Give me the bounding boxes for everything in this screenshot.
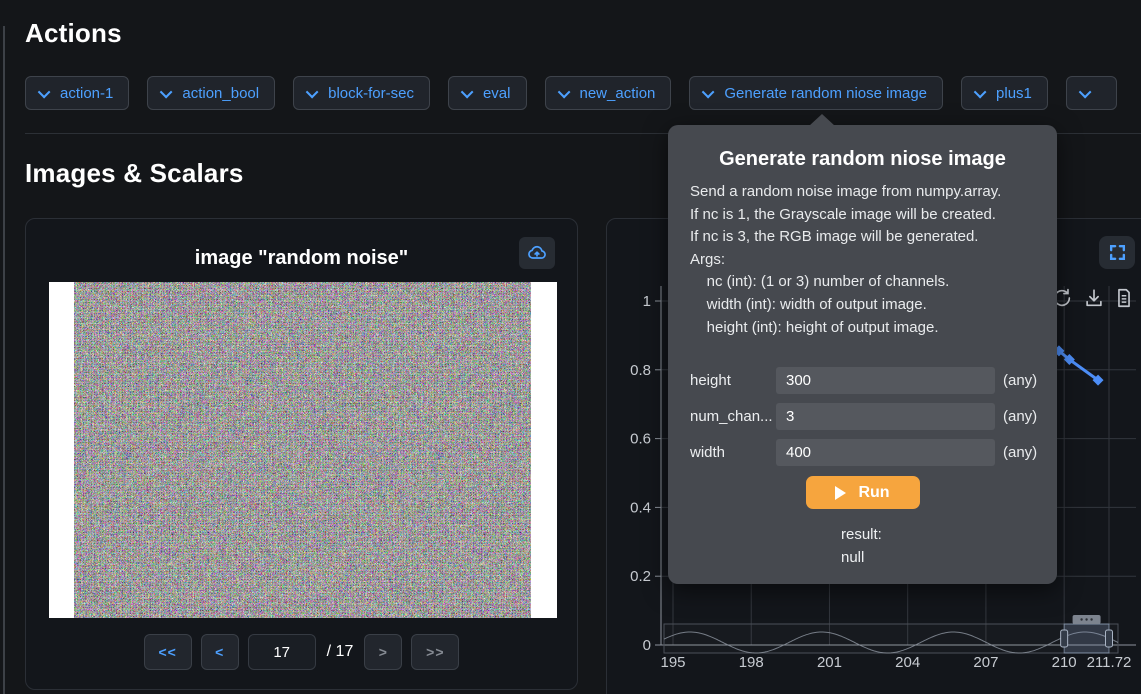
y-tick-label: 0.6 (630, 431, 651, 448)
random-noise-image-frame (49, 282, 557, 618)
y-tick-label: 0.4 (630, 499, 651, 516)
arg-row-width: width (any) (690, 439, 1035, 466)
download-icon[interactable] (1083, 287, 1105, 309)
first-page-button[interactable]: << (144, 634, 192, 670)
datazoom-handle[interactable] (1106, 630, 1113, 647)
arg-row-num-channels: num_chan... (any) (690, 403, 1035, 430)
actions-section-title: Actions (25, 18, 122, 49)
chevron-down-icon (557, 85, 570, 98)
chevron-down-icon (974, 85, 987, 98)
chevron-down-icon (702, 85, 715, 98)
last-page-button[interactable]: >> (411, 634, 459, 670)
datazoom-move-handle-dot (1090, 618, 1092, 620)
arg-input-width[interactable] (776, 439, 995, 466)
y-tick-label: 0.8 (630, 362, 651, 379)
play-icon (835, 486, 846, 500)
action-button-eval[interactable]: eval (448, 76, 527, 110)
image-panel-title: image "random noise" (26, 247, 577, 270)
action-button-label: plus1 (996, 85, 1032, 102)
action-button-action-bool[interactable]: action_bool (147, 76, 275, 110)
result-value: null (841, 546, 1057, 569)
chevron-down-icon (306, 85, 319, 98)
y-tick-label: 1 (643, 293, 651, 310)
cloud-upload-icon (527, 243, 547, 263)
run-button-label: Run (858, 484, 889, 502)
series-line (1059, 351, 1098, 380)
x-tick-label: 204 (895, 654, 920, 671)
arg-input-num-channels[interactable] (776, 403, 995, 430)
cloud-upload-button[interactable] (519, 237, 555, 269)
images-scalars-section-title: Images & Scalars (25, 158, 244, 189)
action-button-label: new_action (580, 85, 656, 102)
result-label: result: (841, 523, 1057, 546)
popover-description: Send a random noise image from numpy.arr… (690, 181, 1035, 339)
run-button[interactable]: Run (806, 476, 920, 509)
actions-button-row: action-1 action_bool block-for-sec eval … (25, 76, 1117, 110)
expand-corners-icon (1108, 243, 1127, 262)
action-button-new-action[interactable]: new_action (545, 76, 672, 110)
datazoom-move-handle-dot (1085, 618, 1087, 620)
image-pagination: << < / 17 > >> (26, 634, 577, 670)
action-button-cutoff[interactable] (1066, 76, 1117, 110)
page-total-label: / 17 (327, 643, 354, 661)
datazoom-window[interactable] (1064, 624, 1109, 653)
image-panel-card: image "random noise" << < / 17 > >> (25, 218, 578, 690)
action-popover: Generate random niose image Send a rando… (668, 125, 1057, 584)
x-tick-label: 201 (817, 654, 842, 671)
popover-arg-fields: height (any) num_chan... (any) width (an… (690, 367, 1035, 466)
datazoom-handle[interactable] (1061, 630, 1068, 647)
chevron-down-icon (1079, 85, 1092, 98)
prev-page-button[interactable]: < (201, 634, 239, 670)
document-icon[interactable] (1113, 287, 1135, 309)
random-noise-image (74, 282, 531, 618)
datazoom-navigator (664, 624, 1118, 653)
datazoom-move-handle-dot (1080, 618, 1082, 620)
y-tick-label: 0.2 (630, 568, 651, 585)
y-tick-label: 0 (643, 637, 651, 654)
action-button-plus1[interactable]: plus1 (961, 76, 1048, 110)
x-tick-label: 211.72 (1087, 654, 1132, 671)
arg-label: num_chan... (690, 408, 776, 425)
action-button-label: Generate random niose image (724, 85, 927, 102)
x-tick-label: 198 (739, 654, 764, 671)
chevron-down-icon (38, 85, 51, 98)
page-number-input[interactable] (248, 634, 316, 670)
x-tick-label: 207 (973, 654, 998, 671)
action-button-label: action-1 (60, 85, 113, 102)
action-button-label: block-for-sec (328, 85, 414, 102)
arg-type-hint: (any) (1003, 408, 1037, 425)
arg-type-hint: (any) (1003, 444, 1037, 461)
action-button-block-for-sec[interactable]: block-for-sec (293, 76, 430, 110)
x-tick-label: 195 (660, 654, 685, 671)
arg-row-height: height (any) (690, 367, 1035, 394)
popover-result: result: null (841, 523, 1057, 569)
action-button-generate-random-niose-image[interactable]: Generate random niose image (689, 76, 943, 110)
arg-type-hint: (any) (1003, 372, 1037, 389)
action-button-label: action_bool (182, 85, 259, 102)
left-scrollbar-track[interactable] (3, 26, 5, 694)
next-page-button[interactable]: > (364, 634, 402, 670)
popover-title: Generate random niose image (668, 148, 1057, 171)
fullscreen-button[interactable] (1099, 236, 1135, 269)
arg-label: width (690, 444, 776, 461)
action-button-label: eval (483, 85, 511, 102)
arg-label: height (690, 372, 776, 389)
x-tick-label: 210 (1052, 654, 1077, 671)
action-button-action-1[interactable]: action-1 (25, 76, 129, 110)
chevron-down-icon (461, 85, 474, 98)
arg-input-height[interactable] (776, 367, 995, 394)
popover-arrow (809, 114, 835, 126)
chevron-down-icon (160, 85, 173, 98)
